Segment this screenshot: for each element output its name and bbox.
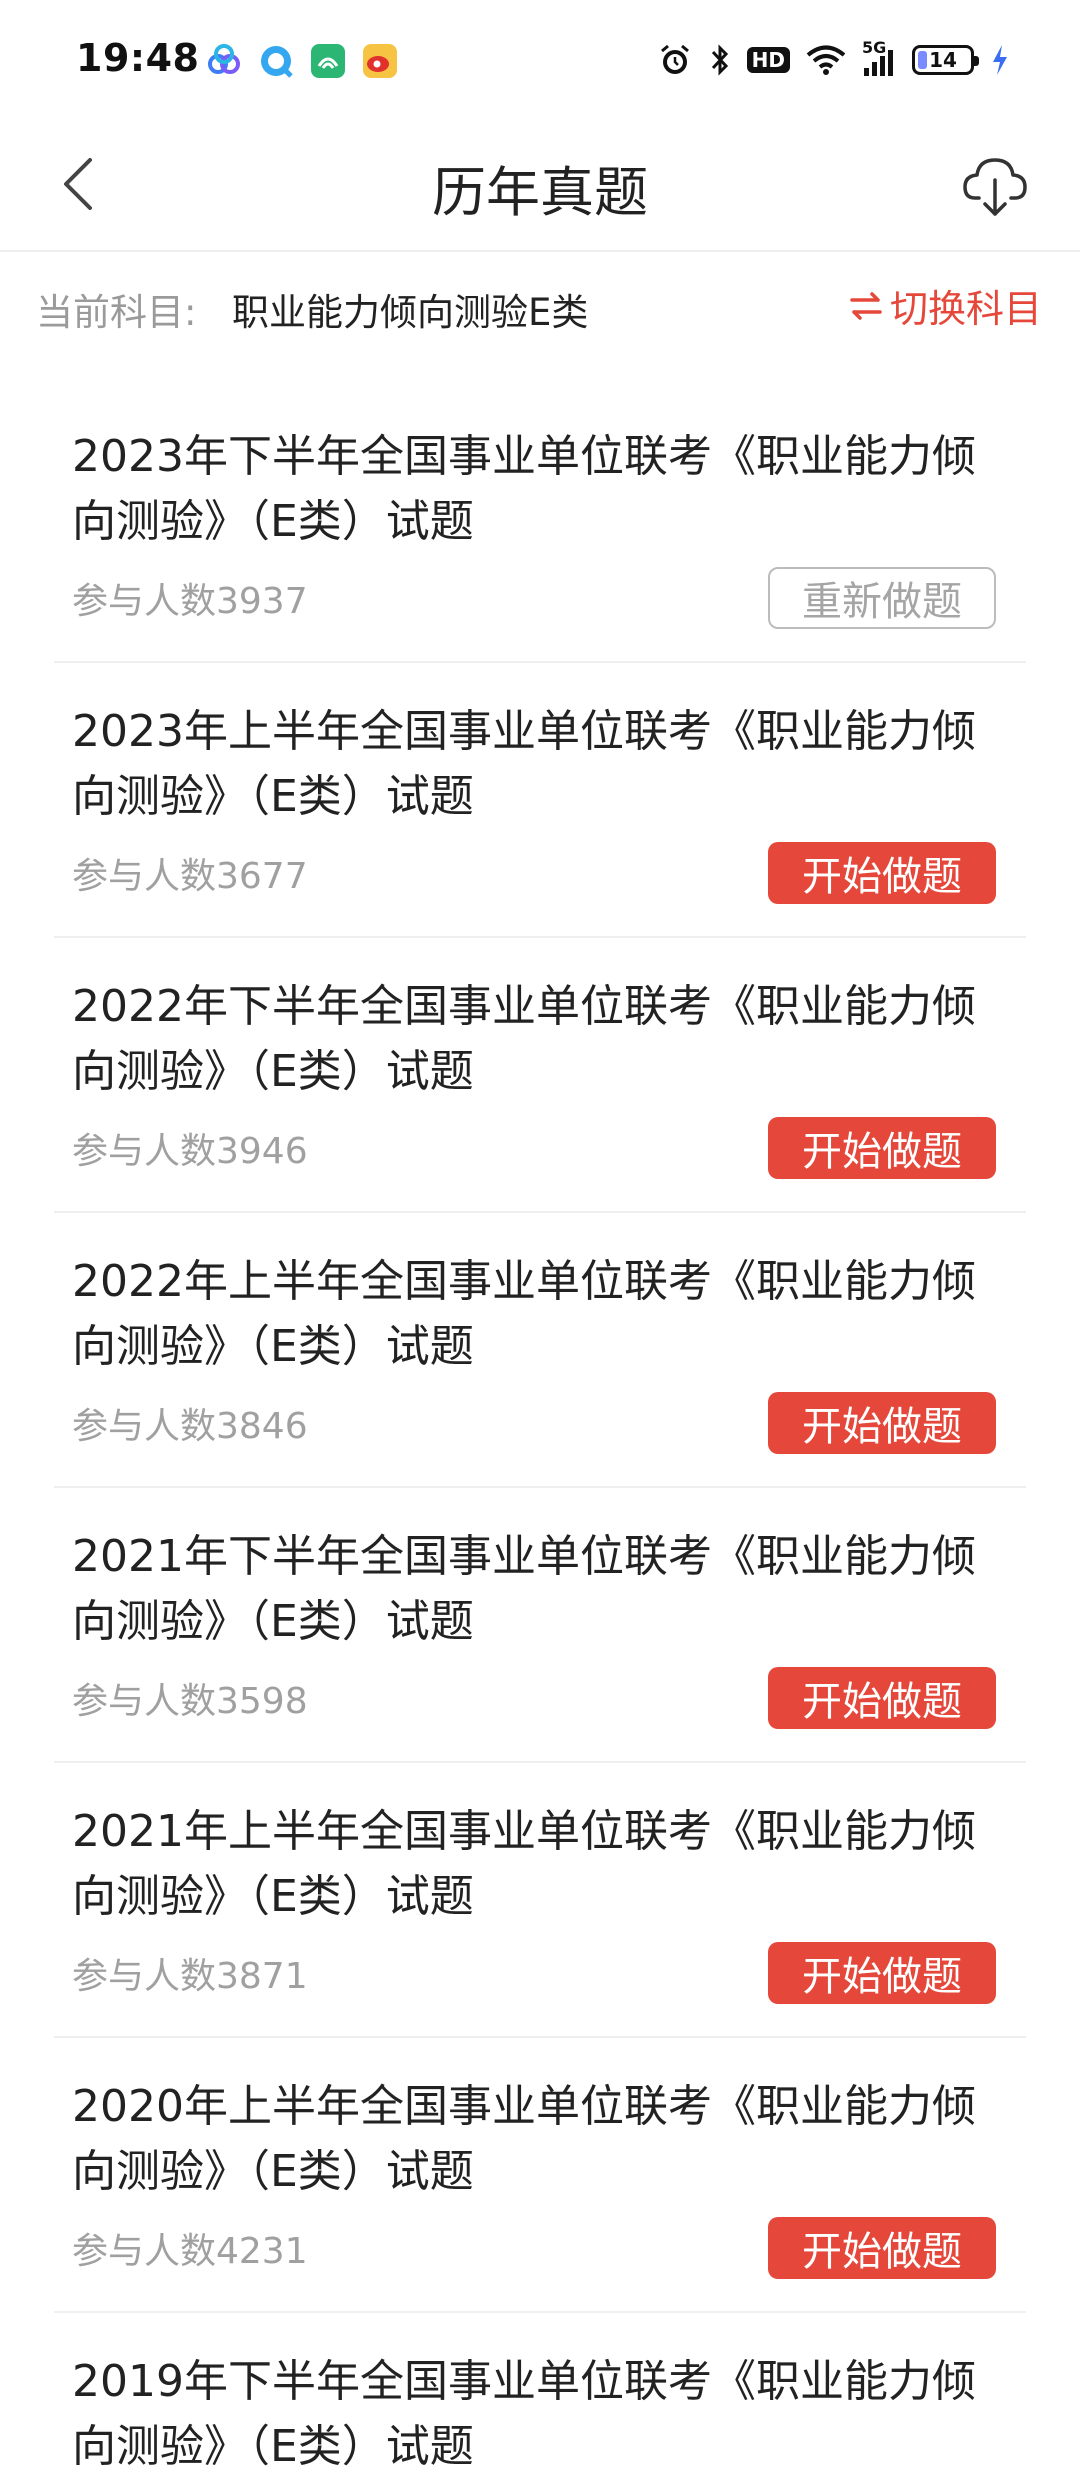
subject-row: 当前科目: 职业能力倾向测验E类 切换科目	[0, 264, 1080, 348]
status-bar: 19:48 HD 5G 14	[0, 0, 1080, 120]
download-button[interactable]	[950, 142, 1040, 232]
paper-title: 2022年上半年全国事业单位联考《职业能力倾向测验》（E类）试题	[72, 1256, 976, 1372]
charging-icon	[990, 40, 1010, 80]
paper-title: 2023年下半年全国事业单位联考《职业能力倾向测验》（E类）试题	[72, 431, 976, 547]
signal-icon: 5G	[862, 38, 896, 80]
participant-count: 参与人数4231	[72, 2231, 308, 2272]
cloud-app-icon	[205, 42, 243, 80]
paper-title: 2022年下半年全国事业单位联考《职业能力倾向测验》（E类）试题	[72, 981, 976, 1097]
subject-label: 当前科目:	[36, 291, 197, 334]
switch-subject-label: 切换科目	[889, 287, 1042, 331]
list-item[interactable]: 2019年下半年全国事业单位联考《职业能力倾向测验》（E类）试题	[54, 2313, 1026, 2472]
status-time: 19:48	[76, 36, 200, 80]
battery-level: 14	[929, 48, 957, 72]
list-item[interactable]: 2023年下半年全国事业单位联考《职业能力倾向测验》（E类）试题 参与人数393…	[54, 388, 1026, 663]
list-item[interactable]: 2021年下半年全国事业单位联考《职业能力倾向测验》（E类）试题 参与人数359…	[54, 1488, 1026, 1763]
list-item[interactable]: 2021年上半年全国事业单位联考《职业能力倾向测验》（E类）试题 参与人数387…	[54, 1763, 1026, 2038]
network-type: 5G	[862, 38, 887, 57]
paper-title: 2023年上半年全国事业单位联考《职业能力倾向测验》（E类）试题	[72, 706, 976, 822]
switch-subject-button[interactable]: 切换科目	[848, 278, 1042, 333]
participant-count: 参与人数3677	[72, 856, 308, 897]
start-button[interactable]: 开始做题	[768, 842, 996, 904]
start-button[interactable]: 开始做题	[768, 2217, 996, 2279]
page-title: 历年真题	[432, 161, 648, 224]
paper-title: 2021年上半年全国事业单位联考《职业能力倾向测验》（E类）试题	[72, 1806, 976, 1922]
participant-count: 参与人数3598	[72, 1681, 308, 1722]
paper-title: 2021年下半年全国事业单位联考《职业能力倾向测验》（E类）试题	[72, 1531, 976, 1647]
paper-title: 2019年下半年全国事业单位联考《职业能力倾向测验》（E类）试题	[72, 2356, 976, 2472]
swap-icon	[850, 291, 882, 320]
list-item[interactable]: 2023年上半年全国事业单位联考《职业能力倾向测验》（E类）试题 参与人数367…	[54, 663, 1026, 938]
browser-app-icon	[257, 42, 295, 80]
system-status-icons: HD 5G 14	[657, 38, 1010, 80]
start-button[interactable]: 开始做题	[768, 1392, 996, 1454]
cloud-download-icon	[963, 158, 1027, 216]
wifi-icon	[806, 40, 846, 80]
start-button[interactable]: 开始做题	[768, 1667, 996, 1729]
participant-count: 参与人数3871	[72, 1956, 308, 1997]
list-item[interactable]: 2020年上半年全国事业单位联考《职业能力倾向测验》（E类）试题 参与人数423…	[54, 2038, 1026, 2313]
nav-bar: 历年真题	[0, 120, 1080, 252]
list-item[interactable]: 2022年上半年全国事业单位联考《职业能力倾向测验》（E类）试题 参与人数384…	[54, 1213, 1026, 1488]
paper-list: 2023年下半年全国事业单位联考《职业能力倾向测验》（E类）试题 参与人数393…	[54, 388, 1026, 2472]
alarm-icon	[657, 40, 693, 80]
subject-value: 职业能力倾向测验E类	[232, 291, 589, 334]
start-button[interactable]: 开始做题	[768, 1942, 996, 2004]
status-app-icons	[205, 42, 399, 80]
paper-title: 2020年上半年全国事业单位联考《职业能力倾向测验》（E类）试题	[72, 2081, 976, 2197]
start-button[interactable]: 开始做题	[768, 1117, 996, 1179]
redo-button[interactable]: 重新做题	[768, 567, 996, 629]
weibo-app-icon	[361, 42, 399, 80]
participant-count: 参与人数3937	[72, 581, 308, 622]
participant-count: 参与人数3846	[72, 1406, 308, 1447]
id-card-app-icon	[309, 42, 347, 80]
bluetooth-icon	[709, 40, 731, 80]
list-item[interactable]: 2022年下半年全国事业单位联考《职业能力倾向测验》（E类）试题 参与人数394…	[54, 938, 1026, 1213]
battery-icon: 14	[912, 40, 979, 80]
hd-icon: HD	[746, 40, 790, 80]
participant-count: 参与人数3946	[72, 1131, 308, 1172]
